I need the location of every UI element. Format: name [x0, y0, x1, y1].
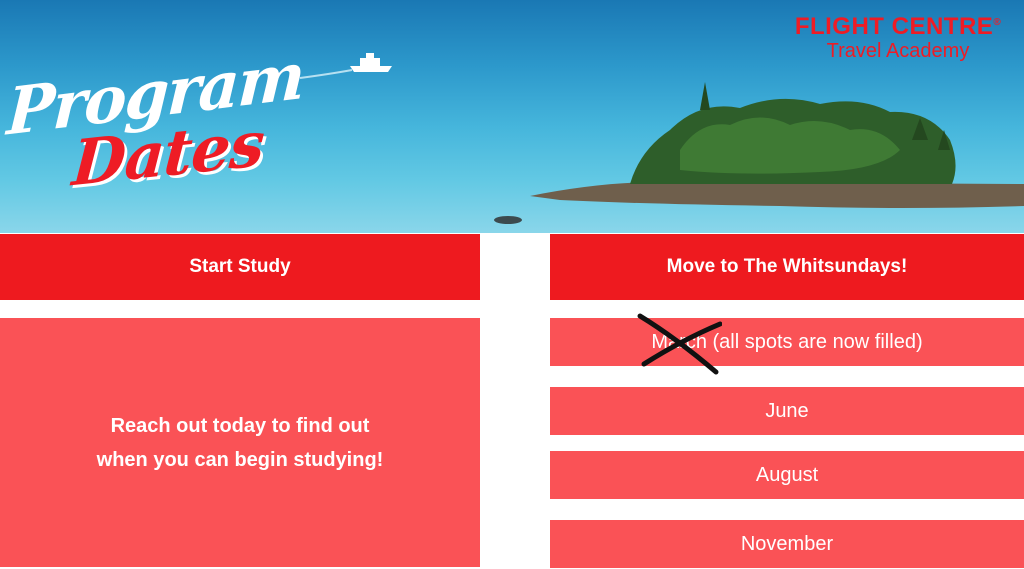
date-label: June	[765, 399, 809, 422]
boat-image	[350, 53, 392, 72]
date-label: November	[740, 532, 834, 555]
x-mark-icon	[637, 313, 722, 375]
start-study-panel: Reach out today to find out when you can…	[0, 318, 480, 567]
date-label: August	[755, 463, 819, 486]
date-row-june: June	[550, 387, 1024, 435]
boat-wake	[299, 69, 353, 79]
rock-image	[494, 216, 522, 224]
start-study-text: Reach out today to find out when you can…	[96, 414, 384, 471]
date-row-march: March (all spots are now filled)	[550, 318, 1024, 366]
start-study-header: Start Study	[0, 234, 480, 300]
date-row-november: November	[550, 520, 1024, 568]
whitsundays-header: Move to The Whitsundays!	[550, 234, 1024, 300]
island-image	[530, 82, 1024, 208]
brand-logo[interactable]: FLIGHT CENTRE® Travel Academy	[782, 10, 1014, 63]
date-row-august: August	[550, 451, 1024, 499]
brand-subtitle: Travel Academy	[826, 40, 970, 62]
hero-banner: Program Dates FLIGHT CENTRE® Travel Acad…	[0, 0, 1024, 233]
brand-name: FLIGHT CENTRE®	[794, 13, 1002, 40]
